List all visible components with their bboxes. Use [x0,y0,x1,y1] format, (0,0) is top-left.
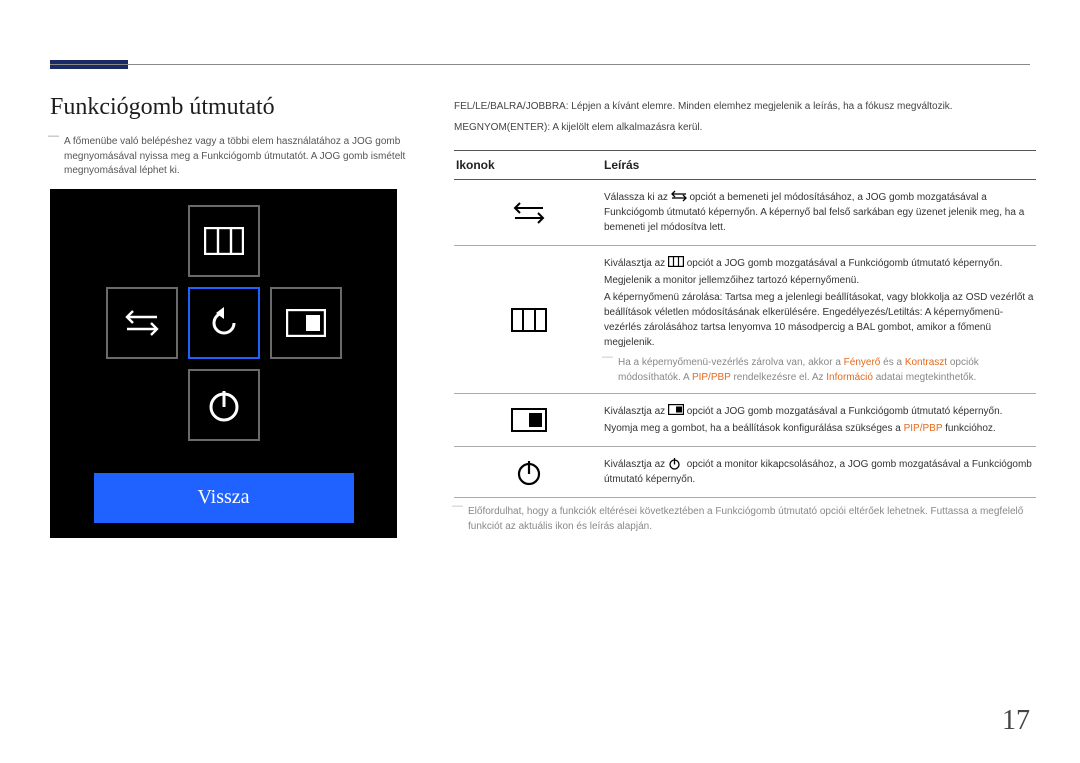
dpad-center-button[interactable] [188,287,260,359]
dpad [94,205,354,465]
text: Válassza ki az [604,192,671,203]
dpad-left-button[interactable] [106,287,178,359]
osd-panel: Vissza [50,189,397,538]
text: opciót a JOG gomb mozgatásával a Funkció… [684,406,1003,417]
intro-note: A főmenübe való belépéshez vagy a többi … [50,135,430,179]
text: Nyomja meg a gombot, ha a beállítások ko… [604,423,904,434]
dpad-down-button[interactable] [188,369,260,441]
dpad-up-button[interactable] [188,205,260,277]
left-column: Funkciógomb útmutató A főmenübe való bel… [50,94,430,538]
highlight: PIP/PBP [904,423,943,434]
sub-note: Ha a képernyőmenü-vezérlés zárolva van, … [604,356,1036,385]
table-row: Kiválasztja az opciót a monitor kikapcso… [454,447,1036,498]
menu-grid-icon [204,227,244,255]
text: rendelkezésre el. Az [731,372,827,383]
text: A képernyőmenü zárolása: Tartsa meg a je… [604,290,1036,350]
highlight: Információ [826,372,873,383]
row-icon-power [454,455,604,489]
row-icon-menu [454,254,604,385]
row-desc: Kiválasztja az opciót a monitor kikapcso… [604,455,1036,489]
pip-icon [668,404,684,416]
pip-icon [286,309,326,337]
text: Ha a képernyőmenü-vezérlés zárolva van, … [618,357,844,368]
dpad-right-button[interactable] [270,287,342,359]
header-rule [50,64,1030,65]
page-number: 17 [1002,705,1030,737]
menu-grid-icon [668,256,684,268]
table-row: Kiválasztja az opciót a JOG gomb mozgatá… [454,246,1036,394]
highlight: Kontraszt [905,357,947,368]
back-button[interactable]: Vissza [94,473,354,523]
instruction-line-1: FEL/LE/BALRA/JOBBRA: Lépjen a kívánt ele… [454,98,1036,115]
page-title: Funkciógomb útmutató [50,94,430,121]
menu-grid-icon [511,308,547,332]
row-icon-pip [454,402,604,438]
instruction-line-2: MEGNYOM(ENTER): A kijelölt elem alkalmaz… [454,119,1036,136]
text: Kiválasztja az [604,258,668,269]
table-row: Kiválasztja az opciót a JOG gomb mozgatá… [454,394,1036,447]
text: Kiválasztja az [604,459,668,470]
th-icons: Ikonok [454,151,604,179]
right-column: FEL/LE/BALRA/JOBBRA: Lépjen a kívánt ele… [454,98,1036,534]
text: funkcióhoz. [942,423,995,434]
source-arrows-icon [124,305,160,341]
table-header: Ikonok Leírás [454,150,1036,180]
row-desc: Válassza ki az opciót a bemeneti jel mód… [604,188,1036,237]
power-icon [668,457,684,469]
text: Megjelenik a monitor jellemzőihez tartoz… [604,273,1036,288]
source-arrows-icon [671,190,687,202]
th-desc: Leírás [604,151,1036,179]
text: és a [880,357,904,368]
return-arrow-icon [204,303,244,343]
highlight: PIP/PBP [692,372,731,383]
row-desc: Kiválasztja az opciót a JOG gomb mozgatá… [604,254,1036,385]
source-arrows-icon [512,199,546,227]
text: adatai megtekinthetők. [873,372,976,383]
power-icon [204,385,244,425]
text: opciót a JOG gomb mozgatásával a Funkció… [684,258,1003,269]
text: Kiválasztja az [604,406,668,417]
power-icon [514,457,544,487]
highlight: Fényerő [844,357,881,368]
row-desc: Kiválasztja az opciót a JOG gomb mozgatá… [604,402,1036,438]
table-row: Válassza ki az opciót a bemeneti jel mód… [454,180,1036,246]
pip-icon [511,408,547,432]
footnote: Előfordulhat, hogy a funkciók eltérései … [454,504,1036,534]
row-icon-source [454,188,604,237]
